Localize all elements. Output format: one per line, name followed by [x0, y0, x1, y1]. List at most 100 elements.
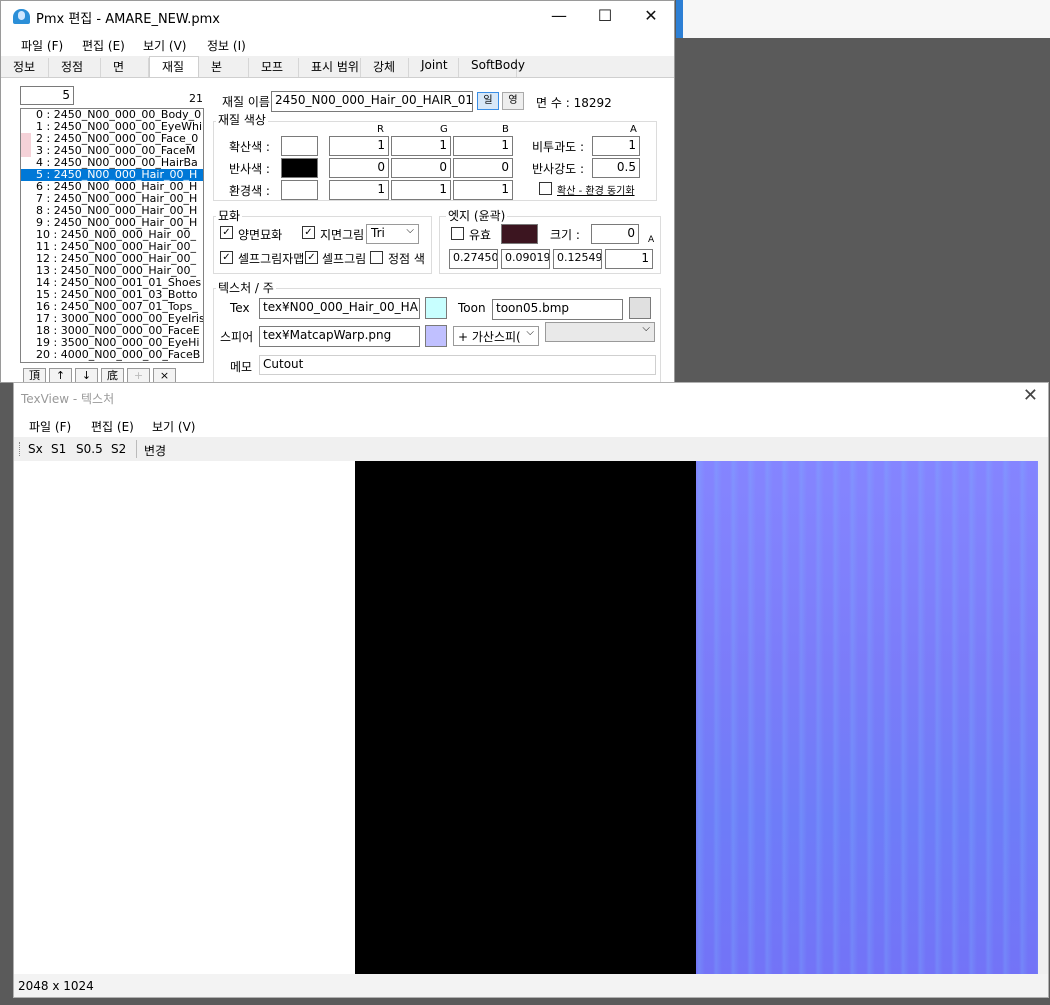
list-item[interactable]: 7 : 2450_N00_000_Hair_00_H — [21, 193, 203, 205]
edge-b-input[interactable]: 0.125490 — [553, 249, 602, 269]
memo-input[interactable]: Cutout — [259, 355, 656, 375]
tab-face[interactable]: 면 — [101, 58, 149, 77]
move-down-button[interactable]: ↓ — [75, 368, 98, 382]
add-button[interactable]: + — [127, 368, 150, 382]
texview-close-button[interactable]: ✕ — [1023, 385, 1038, 406]
change-button[interactable]: 변경 — [144, 442, 166, 459]
sync-checkbox[interactable] — [539, 182, 552, 195]
specular-g-input[interactable]: 0 — [391, 158, 451, 178]
edge-r-input[interactable]: 0.274509 — [449, 249, 498, 269]
english-name-button[interactable]: 영 — [502, 92, 524, 110]
toon-path-input[interactable]: toon05.bmp — [492, 299, 623, 320]
diffuse-color-swatch[interactable] — [281, 136, 318, 156]
self-shadow-checkbox[interactable]: ✓ — [305, 251, 318, 264]
ambient-color-swatch[interactable] — [281, 180, 318, 200]
tab-joint[interactable]: Joint — [409, 58, 459, 77]
diffuse-b-input[interactable]: 1 — [453, 136, 513, 156]
sphere-path-input[interactable]: tex¥MatcapWarp.png — [259, 326, 420, 347]
double-side-checkbox[interactable]: ✓ — [220, 226, 233, 239]
vertex-color-checkbox[interactable] — [370, 251, 383, 264]
sphere-mode-combo[interactable]: + 가산스피(⌵ — [453, 326, 539, 346]
menu-info[interactable]: 정보 (I) — [207, 37, 246, 54]
texview-menu-view[interactable]: 보기 (V) — [152, 418, 195, 435]
move-top-button[interactable]: 頂 — [23, 368, 46, 382]
sphere-color-button[interactable] — [425, 325, 447, 347]
texview-titlebar[interactable]: TexView - 텍스처 ✕ — [14, 383, 1048, 413]
list-item[interactable]: 13 : 2450_N00_000_Hair_00_ — [21, 265, 203, 277]
edge-a-input[interactable]: 1 — [605, 249, 653, 269]
texview-scrollbar[interactable] — [1038, 461, 1048, 974]
list-item[interactable]: 0 : 2450_N00_000_00_Body_0 — [21, 109, 203, 121]
texture-canvas[interactable] — [14, 461, 1038, 974]
tab-info[interactable]: 정보 — [1, 58, 49, 77]
pmx-titlebar[interactable]: Pmx 편집 - AMARE_NEW.pmx — ☐ ✕ — [1, 1, 674, 32]
list-item[interactable]: 10 : 2450_N00_000_Hair_00_ — [21, 229, 203, 241]
tab-bone[interactable]: 본 — [199, 58, 249, 77]
tex-color-button[interactable] — [425, 297, 447, 319]
list-item[interactable]: 6 : 2450_N00_000_Hair_00_H — [21, 181, 203, 193]
menu-edit[interactable]: 편집 (E) — [82, 37, 125, 54]
ambient-g-input[interactable]: 1 — [391, 180, 451, 200]
primitive-combo[interactable]: Tri ⌵ — [366, 224, 419, 244]
japanese-name-button[interactable]: 일 — [477, 92, 499, 110]
tab-vertex[interactable]: 정점 — [49, 58, 101, 77]
scale-2-button[interactable]: S2 — [111, 442, 126, 456]
delete-button[interactable]: × — [153, 368, 176, 382]
list-item[interactable]: 17 : 3000_N00_000_00_EyeIris — [21, 313, 203, 325]
tab-material[interactable]: 재질 — [149, 56, 199, 78]
list-item[interactable]: 3 : 2450_N00_000_00_FaceM — [21, 145, 203, 157]
alpha-input[interactable]: 1 — [592, 136, 640, 156]
menu-file[interactable]: 파일 (F) — [21, 37, 63, 54]
edge-enable-checkbox[interactable] — [451, 227, 464, 240]
tab-morph[interactable]: 모프 — [249, 58, 299, 77]
edge-g-input[interactable]: 0.090195 — [501, 249, 550, 269]
tab-display-frame[interactable]: 표시 범위 — [299, 58, 361, 77]
list-item[interactable]: 20 : 4000_N00_000_00_FaceB — [21, 349, 203, 361]
list-item-selected[interactable]: 5 : 2450_N00_000_Hair_00_H — [21, 169, 203, 181]
close-button[interactable]: ✕ — [628, 1, 674, 32]
menu-view[interactable]: 보기 (V) — [143, 37, 186, 54]
specular-b-input[interactable]: 0 — [453, 158, 513, 178]
material-list[interactable]: 0 : 2450_N00_000_00_Body_0 1 : 2450_N00_… — [20, 108, 204, 363]
maximize-button[interactable]: ☐ — [582, 1, 628, 32]
edge-color-swatch[interactable] — [501, 224, 538, 244]
specular-r-input[interactable]: 0 — [329, 158, 389, 178]
list-item[interactable]: 1 : 2450_N00_000_00_EyeWhi — [21, 121, 203, 133]
scale-1-button[interactable]: S1 — [51, 442, 66, 456]
toon-color-button[interactable] — [629, 297, 651, 319]
texview-menu-file[interactable]: 파일 (F) — [29, 418, 71, 435]
list-item[interactable]: 9 : 2450_N00_000_Hair_00_H — [21, 217, 203, 229]
list-item[interactable]: 2 : 2450_N00_000_00_Face_0 — [21, 133, 203, 145]
tab-rigidbody[interactable]: 강체 — [361, 58, 409, 77]
list-item[interactable]: 14 : 2450_N00_001_01_Shoes — [21, 277, 203, 289]
sphere-extra-combo[interactable]: ⌵ — [545, 322, 655, 342]
list-item[interactable]: 12 : 2450_N00_000_Hair_00_ — [21, 253, 203, 265]
scale-fit-button[interactable]: Sx — [28, 442, 43, 456]
shininess-input[interactable]: 0.5 — [592, 158, 640, 178]
texview-menu-edit[interactable]: 편집 (E) — [91, 418, 134, 435]
ambient-r-input[interactable]: 1 — [329, 180, 389, 200]
specular-color-swatch[interactable] — [281, 158, 318, 178]
list-item[interactable]: 4 : 2450_N00_000_00_HairBa — [21, 157, 203, 169]
tab-softbody[interactable]: SoftBody — [459, 58, 525, 77]
tex-path-input[interactable]: tex¥N00_000_Hair_00_HAIR. — [259, 298, 420, 319]
scale-half-button[interactable]: S0.5 — [76, 442, 103, 456]
diffuse-g-input[interactable]: 1 — [391, 136, 451, 156]
ground-shadow-checkbox[interactable]: ✓ — [302, 226, 315, 239]
material-index-input[interactable]: 5 — [20, 86, 74, 105]
move-bottom-button[interactable]: 底 — [101, 368, 124, 382]
material-name-input[interactable]: 2450_N00_000_Hair_00_HAIR_01 (Ins — [271, 91, 473, 112]
minimize-button[interactable]: — — [536, 1, 582, 32]
list-item[interactable]: 18 : 3000_N00_000_00_FaceE — [21, 325, 203, 337]
move-up-button[interactable]: ↑ — [49, 368, 72, 382]
diffuse-r-input[interactable]: 1 — [329, 136, 389, 156]
edge-size-input[interactable]: 0 — [591, 224, 639, 244]
list-item[interactable]: 8 : 2450_N00_000_Hair_00_H — [21, 205, 203, 217]
list-item[interactable]: 15 : 2450_N00_001_03_Botto — [21, 289, 203, 301]
list-item[interactable]: 11 : 2450_N00_000_Hair_00_ — [21, 241, 203, 253]
list-item[interactable]: 16 : 2450_N00_007_01_Tops_ — [21, 301, 203, 313]
texview-window-title: TexView - 텍스처 — [21, 392, 115, 406]
self-shadow-map-checkbox[interactable]: ✓ — [220, 251, 233, 264]
list-item[interactable]: 19 : 3500_N00_000_00_EyeHi — [21, 337, 203, 349]
ambient-b-input[interactable]: 1 — [453, 180, 513, 200]
